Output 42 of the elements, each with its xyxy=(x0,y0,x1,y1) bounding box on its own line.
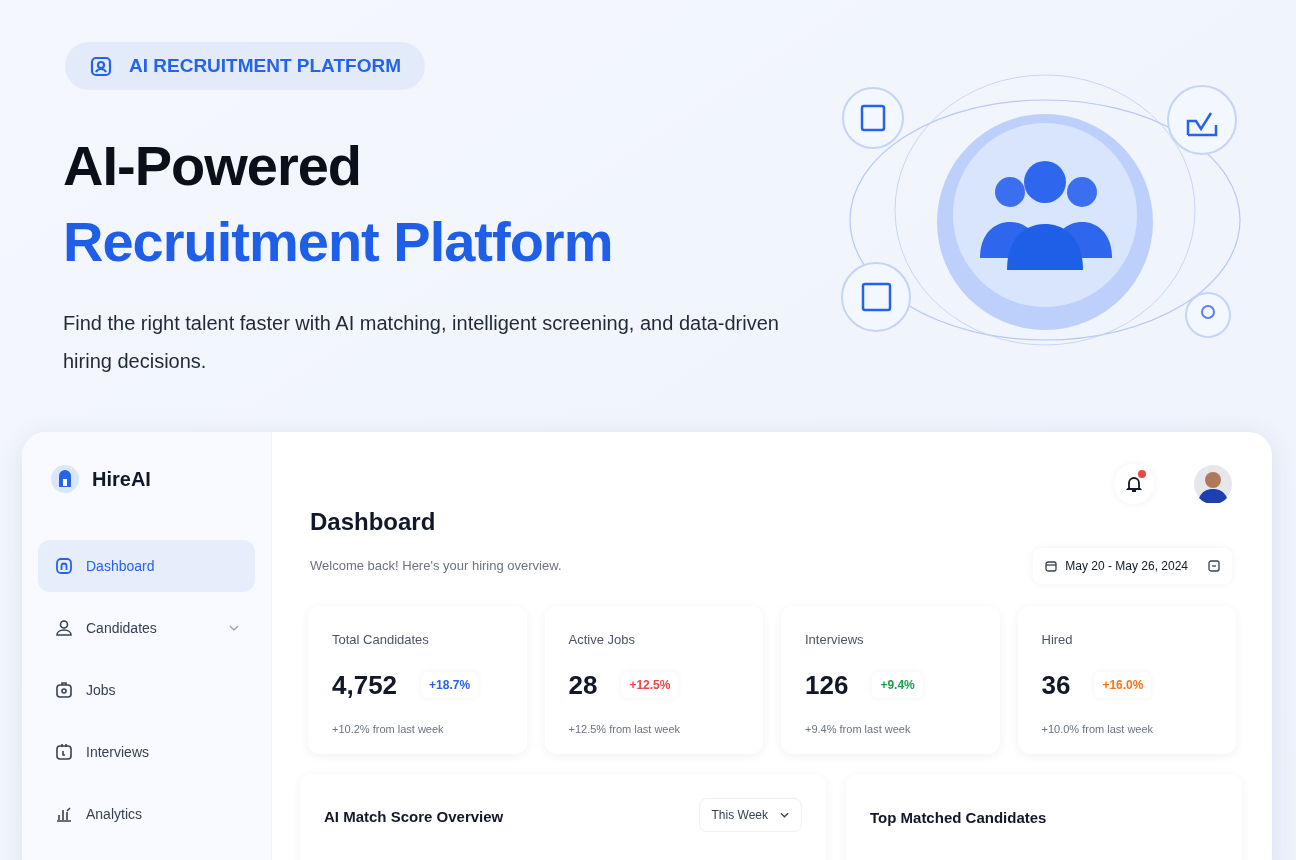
stat-footnote: +9.4% from last week xyxy=(805,721,912,737)
home-icon xyxy=(54,556,74,576)
chart-icon xyxy=(54,804,74,824)
period-dropdown[interactable]: This Week xyxy=(698,798,802,832)
page-title: Dashboard xyxy=(310,507,437,537)
sidebar-item[interactable]: Dashboard xyxy=(38,540,255,592)
hero-subtitle: Find the right talent faster with AI matching, intelligent screening, and data-driven hiring decisions. xyxy=(63,311,780,374)
date-range-picker[interactable]: May 20 - May 26, 2024 xyxy=(1033,548,1232,584)
chevron-down-icon xyxy=(229,625,239,631)
chevron-down-icon xyxy=(780,812,789,818)
notification-button[interactable] xyxy=(1114,464,1154,504)
hero-title: Recruitment Platform xyxy=(63,209,614,275)
stat-value: 28 xyxy=(568,668,598,702)
stat-footnote: +12.5% from last week xyxy=(568,721,682,737)
sidebar-item[interactable]: Analytics xyxy=(38,788,255,840)
stat-footnote: +10.0% from last week xyxy=(1041,721,1155,737)
category-badge: AI RECRUITMENT PLATFORM xyxy=(65,42,425,90)
stat-value: 36 xyxy=(1041,668,1071,702)
trend-badge: +18.7% xyxy=(421,672,479,698)
stat-value: 126 xyxy=(805,668,849,702)
trend-badge: +16.0% xyxy=(1094,672,1152,698)
id-badge-icon xyxy=(89,54,113,78)
brand-name: HireAI xyxy=(92,467,151,492)
stat-value: 4,752 xyxy=(332,668,398,702)
trend-badge: +9.4% xyxy=(872,672,923,698)
stat-label: Hired xyxy=(1041,631,1074,649)
trend-badge: +12.5% xyxy=(621,672,679,698)
sidebar-item[interactable]: Candidates xyxy=(38,602,255,654)
stat-label: Total Candidates xyxy=(332,631,430,649)
bell-icon xyxy=(1125,475,1143,493)
sidebar-item[interactable]: Interviews xyxy=(38,726,255,778)
card-title: Top Matched Candidates xyxy=(870,809,1047,826)
sidebar-item[interactable]: Jobs xyxy=(38,664,255,716)
stat-footnote: +10.2% from last week xyxy=(332,721,445,737)
logo-icon xyxy=(50,464,80,494)
page-subtitle: Welcome back! Here's your hiring overview. xyxy=(310,557,562,576)
card-title: AI Match Score Overview xyxy=(324,807,504,827)
stat-label: Interviews xyxy=(805,631,865,649)
user-icon xyxy=(54,618,74,638)
hero-title: AI-Powered xyxy=(63,133,363,199)
avatar[interactable] xyxy=(1194,465,1232,503)
stat-label: Active Jobs xyxy=(568,631,636,649)
